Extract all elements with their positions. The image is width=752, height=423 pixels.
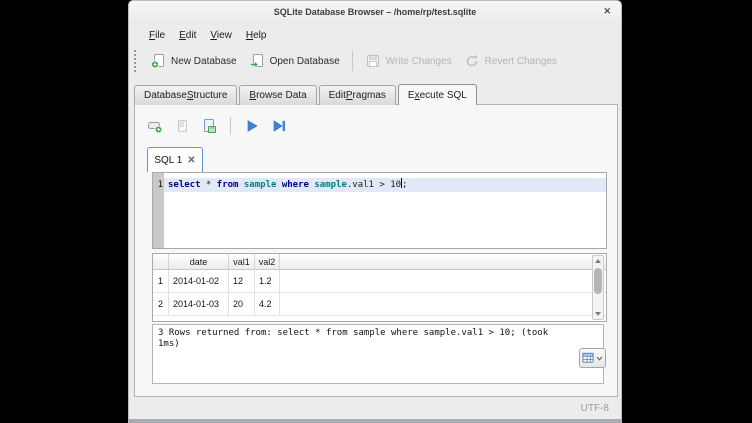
open-database-icon xyxy=(249,53,265,69)
row-number-cell: 2 xyxy=(153,293,169,315)
date-cell[interactable]: 2014-01-02 xyxy=(169,270,229,292)
app-window: SQLite Database Browser – /home/rp/test.… xyxy=(128,0,622,423)
main-tab-bar: Database Structure Browse Data Edit Prag… xyxy=(134,85,479,105)
new-database-icon xyxy=(150,53,166,69)
write-changes-button[interactable]: Write Changes xyxy=(359,50,458,72)
menu-edit[interactable]: Edit xyxy=(172,28,203,43)
menu-help[interactable]: Help xyxy=(239,28,274,43)
menu-file[interactable]: File xyxy=(142,28,172,43)
window-bottom-edge xyxy=(129,419,621,423)
sql-query-text: select * from sample where sample.val1 >… xyxy=(168,178,407,192)
header-date[interactable]: date xyxy=(169,254,229,269)
results-header-row: date val1 val2 xyxy=(153,254,606,270)
tab-edit-pragmas[interactable]: Edit Pragmas xyxy=(319,85,396,105)
window-title: SQLite Database Browser – /home/rp/test.… xyxy=(129,7,621,17)
sql-editor[interactable]: 1 select * from sample where sample.val1… xyxy=(152,172,607,249)
scrollbar-thumb[interactable] xyxy=(594,268,602,294)
result-message-text: 3 Rows returned from: select * from samp… xyxy=(158,328,560,350)
results-table: date val1 val2 1 2014-01-02 12 1.2 2 201… xyxy=(152,253,607,322)
row-filler xyxy=(280,270,606,292)
toolbar-separator xyxy=(352,51,353,71)
table-row[interactable]: 1 2014-01-02 12 1.2 xyxy=(153,270,606,293)
sql-1-tab[interactable]: SQL 1 ✕ xyxy=(147,147,203,172)
revert-changes-button[interactable]: Revert Changes xyxy=(458,50,563,72)
execute-current-line-icon[interactable] xyxy=(271,118,287,134)
menu-bar: File Edit View Help xyxy=(142,25,273,45)
tab-database-structure[interactable]: Database Structure xyxy=(134,85,237,105)
date-cell[interactable]: 2014-01-03 xyxy=(169,293,229,315)
val2-cell[interactable]: 4.2 xyxy=(255,293,280,315)
revert-changes-icon xyxy=(464,53,480,69)
sql-toolbar-separator xyxy=(230,117,231,135)
save-sql-file-icon[interactable] xyxy=(201,118,217,134)
new-database-button[interactable]: New Database xyxy=(144,50,243,72)
scrollbar-down-arrow[interactable] xyxy=(593,309,603,319)
table-row[interactable]: 2 2014-01-03 20 4.2 xyxy=(153,293,606,316)
open-database-button[interactable]: Open Database xyxy=(243,50,346,72)
chevron-down-icon xyxy=(596,356,603,361)
val1-cell[interactable]: 20 xyxy=(229,293,255,315)
table-view-icon xyxy=(582,352,595,364)
results-vertical-scrollbar[interactable] xyxy=(592,255,604,320)
menu-view[interactable]: View xyxy=(203,28,239,43)
screen: SQLite Database Browser – /home/rp/test.… xyxy=(0,0,752,423)
write-changes-icon xyxy=(365,53,381,69)
row-filler xyxy=(280,293,606,315)
sql-1-tab-label: SQL 1 xyxy=(154,155,182,166)
header-val1[interactable]: val1 xyxy=(229,254,255,269)
main-toolbar: New Database Open Database Write Changes xyxy=(129,45,621,77)
toolbar-drag-handle[interactable] xyxy=(134,50,138,72)
tab-execute-sql[interactable]: Execute SQL xyxy=(398,84,477,105)
scrollbar-up-arrow[interactable] xyxy=(593,256,603,266)
new-sql-tab-icon[interactable] xyxy=(147,118,163,134)
result-message-box[interactable]: 3 Rows returned from: select * from samp… xyxy=(152,324,604,384)
val2-cell[interactable]: 1.2 xyxy=(255,270,280,292)
header-row-number xyxy=(153,254,169,269)
sql-1-tab-close-icon[interactable]: ✕ xyxy=(187,155,195,166)
execute-sql-panel: SQL 1 ✕ 1 select * from sample where sam… xyxy=(134,104,618,397)
window-close-icon[interactable]: ✕ xyxy=(603,6,611,17)
tab-browse-data[interactable]: Browse Data xyxy=(239,85,316,105)
sql-toolbar xyxy=(147,117,287,135)
open-sql-file-icon[interactable] xyxy=(174,118,190,134)
header-filler xyxy=(280,254,606,269)
header-val2[interactable]: val2 xyxy=(255,254,280,269)
editor-line-number: 1 xyxy=(153,178,163,192)
title-bar: SQLite Database Browser – /home/rp/test.… xyxy=(129,1,621,25)
row-number-cell: 1 xyxy=(153,270,169,292)
execute-sql-icon[interactable] xyxy=(244,118,260,134)
results-view-dropdown-button[interactable] xyxy=(579,348,606,368)
encoding-label: UTF-8 xyxy=(581,403,609,414)
val1-cell[interactable]: 12 xyxy=(229,270,255,292)
